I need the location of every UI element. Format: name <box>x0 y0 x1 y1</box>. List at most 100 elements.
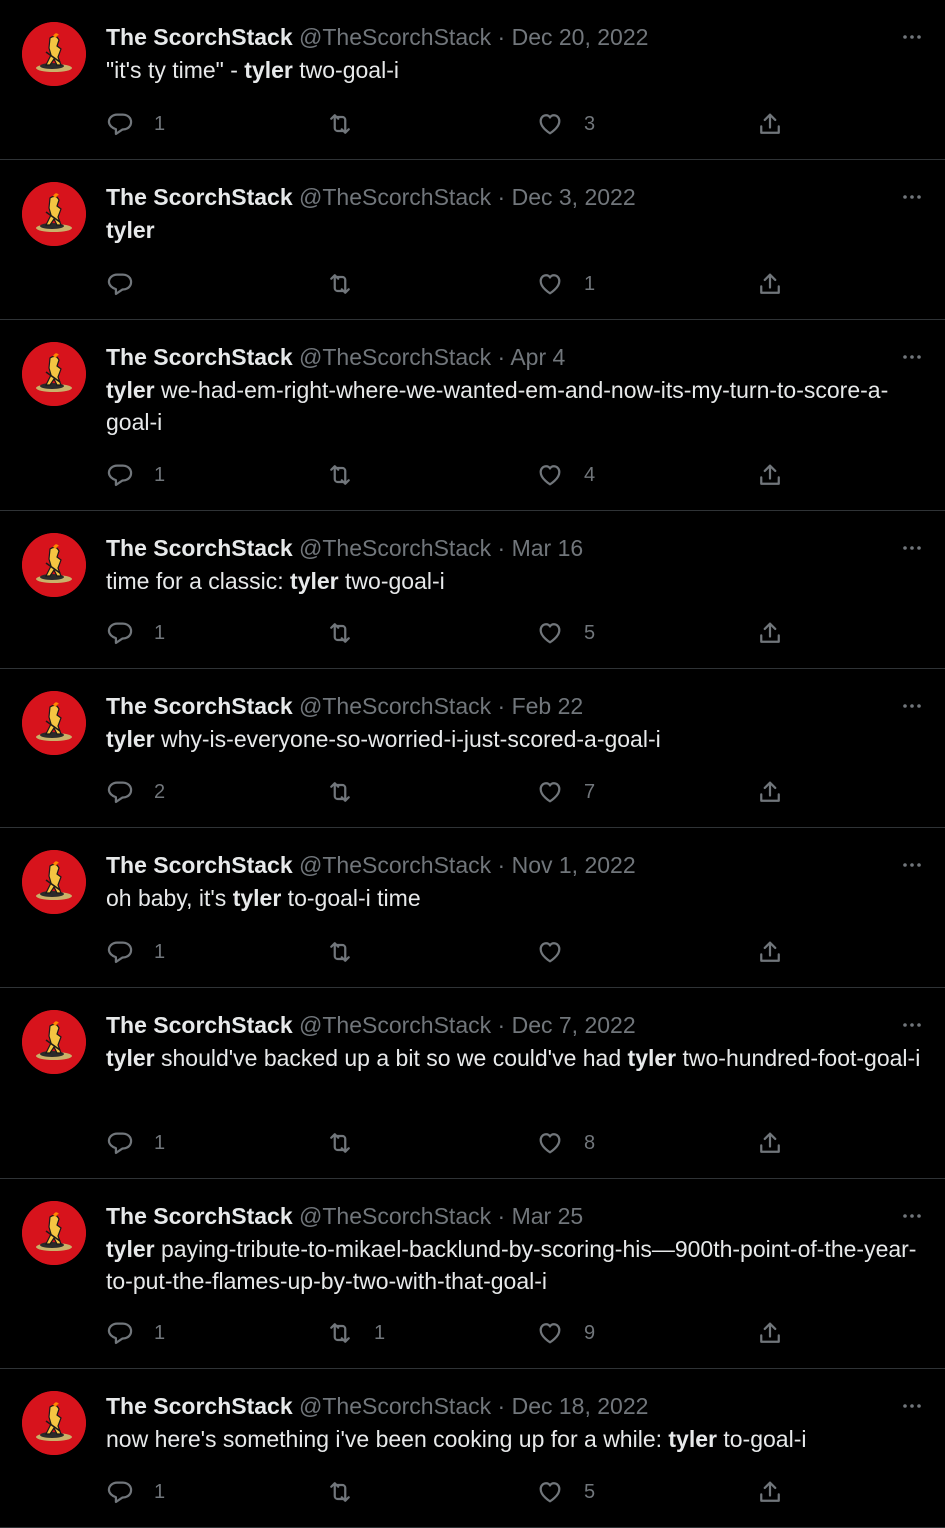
more-options-button[interactable] <box>899 22 925 52</box>
more-options-button[interactable] <box>899 182 925 212</box>
reply-button[interactable]: 1 <box>106 937 165 967</box>
user-handle[interactable]: @TheScorchStack <box>299 344 491 370</box>
user-handle[interactable]: @TheScorchStack <box>299 852 491 878</box>
tweet-date[interactable]: Dec 20, 2022 <box>512 24 649 50</box>
tweet[interactable]: The ScorchStack @TheScorchStack · Dec 3,… <box>0 160 945 320</box>
display-name[interactable]: The ScorchStack <box>106 24 293 50</box>
tweet[interactable]: The ScorchStack @TheScorchStack · Dec 7,… <box>0 988 945 1179</box>
tweet-date[interactable]: Feb 22 <box>512 693 584 719</box>
avatar[interactable] <box>22 533 86 597</box>
avatar[interactable] <box>22 1201 86 1265</box>
more-options-button[interactable] <box>899 1391 925 1421</box>
avatar[interactable] <box>22 342 86 406</box>
display-name[interactable]: The ScorchStack <box>106 344 293 370</box>
tweet[interactable]: The ScorchStack @TheScorchStack · Mar 25… <box>0 1179 945 1369</box>
like-button[interactable]: 4 <box>536 460 595 490</box>
reply-count: 1 <box>154 1321 166 1344</box>
avatar[interactable] <box>22 1391 86 1455</box>
reply-button[interactable] <box>106 269 154 299</box>
share-button[interactable] <box>756 460 784 490</box>
share-button[interactable] <box>756 937 784 967</box>
display-name[interactable]: The ScorchStack <box>106 535 293 561</box>
share-button[interactable] <box>756 109 784 139</box>
reply-button[interactable]: 1 <box>106 1477 165 1507</box>
tweet[interactable]: The ScorchStack @TheScorchStack · Mar 16… <box>0 511 945 669</box>
like-button[interactable] <box>536 937 584 967</box>
like-button[interactable]: 5 <box>536 1477 595 1507</box>
tweet[interactable]: The ScorchStack @TheScorchStack · Dec 18… <box>0 1369 945 1528</box>
reply-button[interactable]: 2 <box>106 777 165 807</box>
avatar[interactable] <box>22 182 86 246</box>
retweet-icon <box>330 782 350 802</box>
user-handle[interactable]: @TheScorchStack <box>299 693 491 719</box>
retweet-button[interactable] <box>326 937 374 967</box>
tweet[interactable]: The ScorchStack @TheScorchStack · Feb 22… <box>0 669 945 828</box>
share-button[interactable] <box>756 777 784 807</box>
share-button[interactable] <box>756 618 784 648</box>
retweet-button[interactable]: 1 <box>326 1318 385 1348</box>
heart-icon <box>539 1482 561 1503</box>
avatar[interactable] <box>22 22 86 86</box>
share-button[interactable] <box>756 1477 784 1507</box>
tweet[interactable]: The ScorchStack @TheScorchStack · Nov 1,… <box>0 828 945 988</box>
user-handle[interactable]: @TheScorchStack <box>299 1393 491 1419</box>
more-options-button[interactable] <box>899 1201 925 1231</box>
display-name[interactable]: The ScorchStack <box>106 184 293 210</box>
reply-button[interactable]: 1 <box>106 1128 165 1158</box>
more-options-button[interactable] <box>899 1010 925 1040</box>
user-handle[interactable]: @TheScorchStack <box>299 24 491 50</box>
retweet-icon <box>330 465 350 485</box>
reply-button[interactable]: 1 <box>106 1318 165 1348</box>
tweet-date[interactable]: Mar 16 <box>512 535 584 561</box>
like-button[interactable]: 8 <box>536 1128 595 1158</box>
more-options-button[interactable] <box>899 850 925 880</box>
share-icon <box>760 622 780 643</box>
like-button[interactable]: 3 <box>536 109 595 139</box>
tweet-date[interactable]: Apr 4 <box>510 344 565 370</box>
more-options-button[interactable] <box>899 342 925 372</box>
retweet-button[interactable] <box>326 460 374 490</box>
user-handle[interactable]: @TheScorchStack <box>299 1203 491 1229</box>
display-name[interactable]: The ScorchStack <box>106 1393 293 1419</box>
retweet-button[interactable] <box>326 1477 374 1507</box>
like-count: 5 <box>584 621 596 644</box>
user-handle[interactable]: @TheScorchStack <box>299 1012 491 1038</box>
share-button[interactable] <box>756 1318 784 1348</box>
more-options-button[interactable] <box>899 691 925 721</box>
more-dots-icon <box>903 35 921 39</box>
tweet[interactable]: The ScorchStack @TheScorchStack · Dec 20… <box>0 0 945 160</box>
reply-button[interactable]: 1 <box>106 618 165 648</box>
display-name[interactable]: The ScorchStack <box>106 1203 293 1229</box>
retweet-button[interactable] <box>326 109 374 139</box>
tweet-date[interactable]: Dec 7, 2022 <box>512 1012 636 1038</box>
display-name[interactable]: The ScorchStack <box>106 693 293 719</box>
tweet[interactable]: The ScorchStack @TheScorchStack · Apr 4 … <box>0 320 945 511</box>
more-options-button[interactable] <box>899 533 925 563</box>
retweet-button[interactable] <box>326 618 374 648</box>
reply-button[interactable]: 1 <box>106 109 165 139</box>
like-button[interactable]: 9 <box>536 1318 595 1348</box>
tweet-date[interactable]: Dec 18, 2022 <box>512 1393 649 1419</box>
user-handle[interactable]: @TheScorchStack <box>299 535 491 561</box>
retweet-button[interactable] <box>326 777 374 807</box>
like-button[interactable]: 7 <box>536 777 595 807</box>
avatar[interactable] <box>22 850 86 914</box>
user-handle[interactable]: @TheScorchStack <box>299 184 491 210</box>
share-button[interactable] <box>756 269 784 299</box>
like-button[interactable]: 5 <box>536 618 595 648</box>
like-button[interactable]: 1 <box>536 269 595 299</box>
tweet-date[interactable]: Nov 1, 2022 <box>512 852 636 878</box>
flaming-player-logo-icon <box>22 533 86 597</box>
flaming-player-logo-icon <box>22 182 86 246</box>
retweet-button[interactable] <box>326 269 374 299</box>
tweet-date[interactable]: Dec 3, 2022 <box>512 184 636 210</box>
reply-button[interactable]: 1 <box>106 460 165 490</box>
avatar[interactable] <box>22 691 86 755</box>
display-name[interactable]: The ScorchStack <box>106 1012 293 1038</box>
tweet-date[interactable]: Mar 25 <box>512 1203 584 1229</box>
share-button[interactable] <box>756 1128 784 1158</box>
separator-dot: · <box>497 1012 506 1038</box>
avatar[interactable] <box>22 1010 86 1074</box>
retweet-button[interactable] <box>326 1128 374 1158</box>
display-name[interactable]: The ScorchStack <box>106 852 293 878</box>
